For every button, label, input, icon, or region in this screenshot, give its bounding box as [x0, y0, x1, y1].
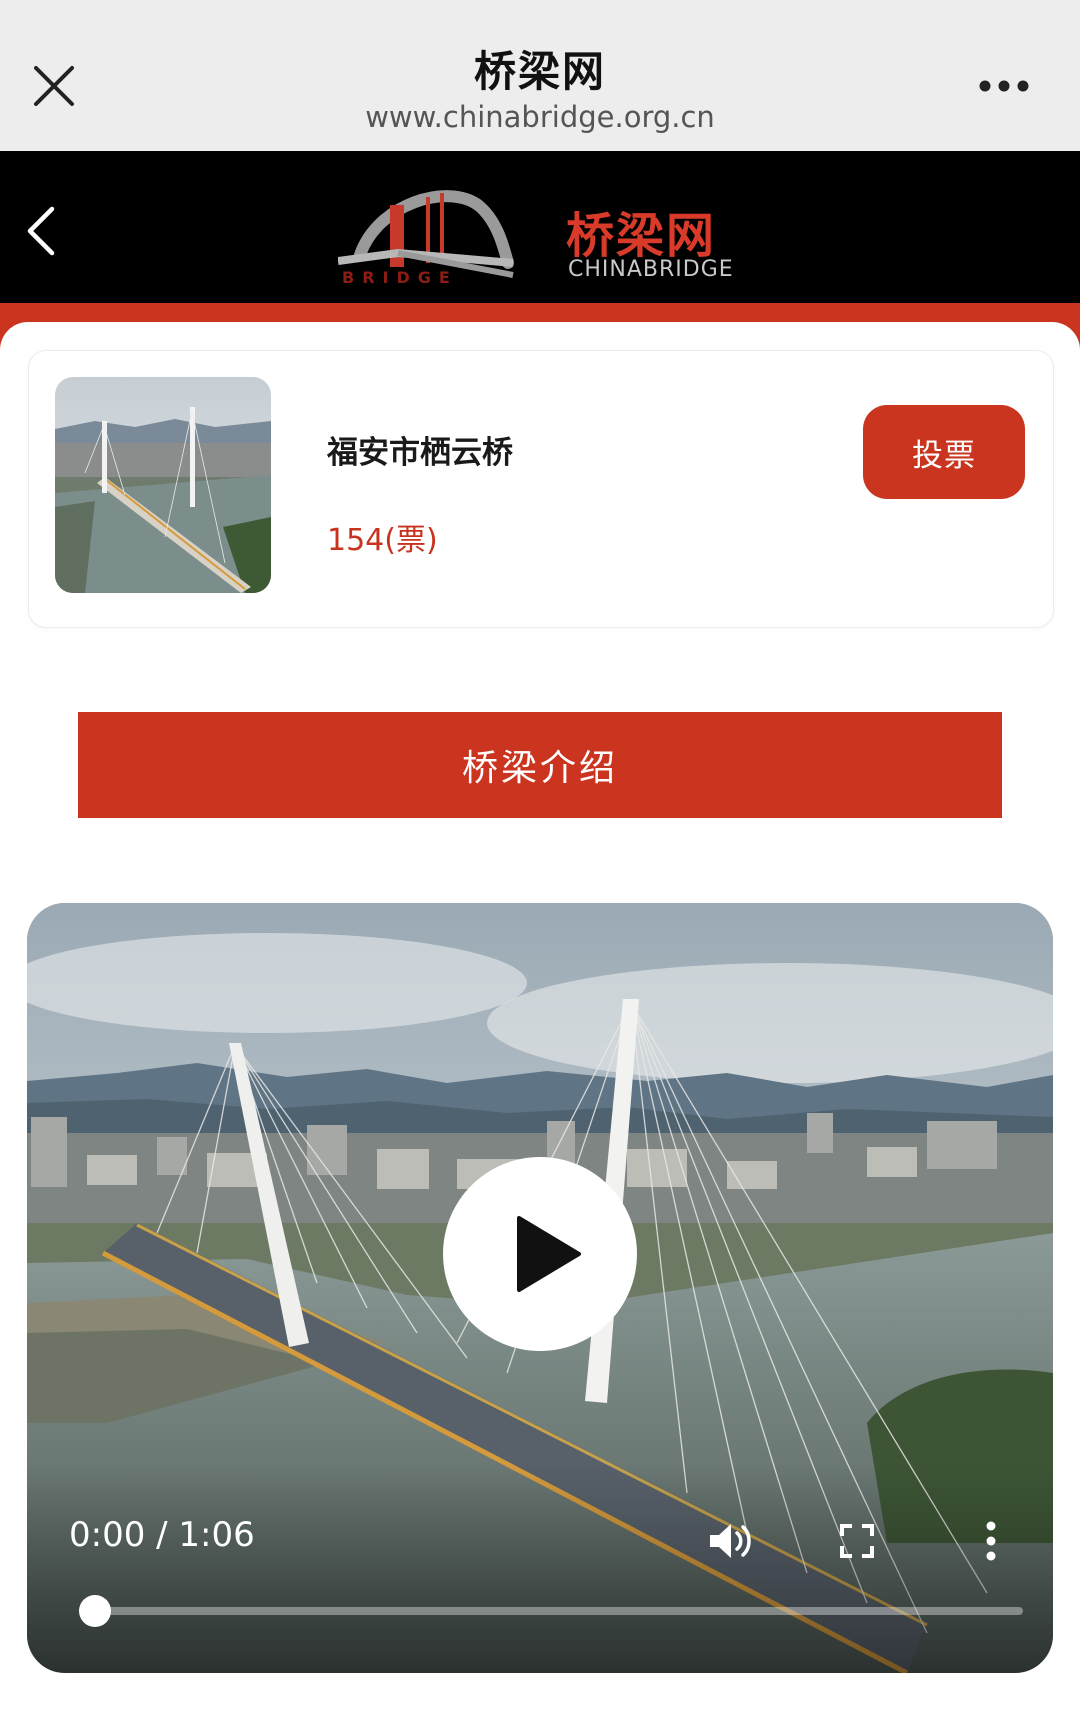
video-player[interactable]: 0:00 / 1:06	[27, 903, 1053, 1673]
browser-url: www.chinabridge.org.cn	[365, 100, 715, 134]
vote-count: 154(票)	[327, 523, 438, 558]
play-button[interactable]	[443, 1157, 637, 1351]
fullscreen-icon[interactable]	[840, 1524, 874, 1558]
play-icon	[517, 1216, 581, 1292]
site-header: BRIDGE 桥梁网 CHINABRIDGE	[0, 151, 1080, 303]
vote-button[interactable]: 投票	[863, 405, 1025, 499]
browser-title: 桥梁网	[473, 47, 606, 96]
video-time: 0:00 / 1:06	[69, 1515, 255, 1555]
volume-icon[interactable]	[707, 1521, 753, 1561]
more-icon[interactable]	[978, 78, 1030, 94]
browser-bar: 桥梁网 www.chinabridge.org.cn	[0, 0, 1080, 151]
video-progress-handle[interactable]	[79, 1595, 111, 1627]
video-more-icon[interactable]	[985, 1521, 997, 1561]
bridge-intro-button[interactable]: 桥梁介绍	[78, 712, 1002, 818]
back-icon[interactable]	[22, 203, 62, 259]
logo-chinese-text: 桥梁网	[566, 208, 717, 264]
bridge-name: 福安市栖云桥	[327, 435, 513, 471]
bridge-thumbnail[interactable]	[55, 377, 271, 593]
logo-bridge-graphic: BRIDGE	[338, 190, 514, 283]
logo-english-text: CHINABRIDGE	[568, 257, 734, 282]
video-progress-bar[interactable]	[79, 1595, 1023, 1627]
bridge-entry-card: 福安市栖云桥 154(票) 投票	[28, 350, 1054, 628]
logo-badge-text: BRIDGE	[342, 268, 458, 283]
